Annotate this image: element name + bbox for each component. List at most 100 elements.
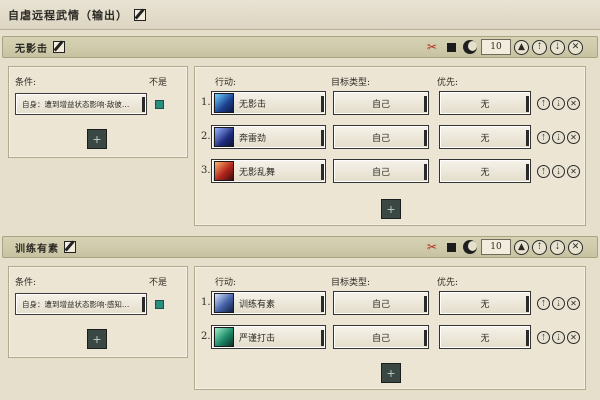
section-tools: ✂ 10 ▲ ⇡ ⇣ ✕	[424, 39, 583, 55]
arrow-up-icon[interactable]: ⇡	[537, 131, 550, 144]
skill-icon	[214, 93, 234, 113]
row-number: 2.	[201, 331, 211, 342]
add-icon: +	[386, 202, 396, 216]
not-checkbox[interactable]	[155, 300, 164, 309]
target-field[interactable]: 自己	[333, 325, 429, 349]
priority-label: 优先:	[437, 278, 459, 288]
action-label: 行动:	[215, 78, 237, 88]
condition-label: 条件:	[15, 78, 37, 88]
section-header-1[interactable]: 无影击 ✂ 10 ▲ ⇡ ⇣ ✕	[2, 36, 598, 58]
target-label: 目标类型:	[331, 278, 371, 288]
skill-name: 奔雷劲	[239, 133, 267, 144]
condition-panel: 条件: 不是 自身：遭到增益状态影响·感知… +	[8, 266, 188, 358]
skill-icon	[214, 127, 234, 147]
arrow-down-icon[interactable]: ⇣	[552, 131, 565, 144]
target-field[interactable]: 自己	[333, 91, 429, 115]
add-condition-button[interactable]: +	[87, 129, 107, 149]
arrow-up-icon[interactable]: ⇡	[532, 239, 547, 255]
skill-slot[interactable]: 训练有素	[211, 291, 326, 315]
edit-icon[interactable]	[64, 241, 76, 253]
close-icon[interactable]: ✕	[567, 297, 580, 310]
action-label: 行动:	[215, 278, 237, 288]
row-tools: ⇡ ⇣ ✕	[537, 97, 580, 110]
stop-icon[interactable]	[443, 39, 459, 55]
row-tools: ⇡ ⇣ ✕	[537, 165, 580, 178]
number-field[interactable]: 10	[481, 39, 511, 55]
arrow-up-icon[interactable]: ⇡	[537, 97, 550, 110]
skill-slot[interactable]: 无影击	[211, 91, 326, 115]
not-checkbox[interactable]	[155, 100, 164, 109]
arrow-down-icon[interactable]: ⇣	[550, 239, 565, 255]
priority-field[interactable]: 无	[439, 159, 531, 183]
row-number: 1.	[201, 97, 211, 108]
close-icon[interactable]: ✕	[567, 97, 580, 110]
add-condition-button[interactable]: +	[87, 329, 107, 349]
close-icon[interactable]: ✕	[568, 39, 583, 55]
row-tools: ⇡ ⇣ ✕	[537, 331, 580, 344]
section-tools: ✂ 10 ▲ ⇡ ⇣ ✕	[424, 239, 583, 255]
section-header-2[interactable]: 训练有素 ✂ 10 ▲ ⇡ ⇣ ✕	[2, 236, 598, 258]
stop-icon[interactable]	[443, 239, 459, 255]
close-icon[interactable]: ✕	[568, 239, 583, 255]
not-label: 不是	[149, 278, 168, 288]
target-field[interactable]: 自己	[333, 125, 429, 149]
row-number: 3.	[201, 165, 211, 176]
close-icon[interactable]: ✕	[567, 131, 580, 144]
priority-field[interactable]: 无	[439, 91, 531, 115]
condition-label: 条件:	[15, 278, 37, 288]
section-name: 训练有素	[15, 243, 59, 255]
priority-field[interactable]: 无	[439, 125, 531, 149]
skill-icon	[214, 327, 234, 347]
target-field[interactable]: 自己	[333, 291, 429, 315]
row-number: 1.	[201, 297, 211, 308]
action-panel: 行动: 目标类型: 优先: 1. 无影击 自己 无 ⇡ ⇣ ✕ 2. 奔雷劲 自…	[194, 66, 586, 226]
priority-label: 优先:	[437, 78, 459, 88]
arrow-up-icon[interactable]: ⇡	[532, 39, 547, 55]
target-field[interactable]: 自己	[333, 159, 429, 183]
priority-field[interactable]: 无	[439, 325, 531, 349]
arrow-up-icon[interactable]: ⇡	[537, 297, 550, 310]
moon-icon[interactable]	[462, 39, 478, 55]
skill-slot[interactable]: 严谨打击	[211, 325, 326, 349]
section-name: 无影击	[15, 43, 48, 55]
skill-icon	[214, 161, 234, 181]
moon-icon[interactable]	[462, 239, 478, 255]
target-label: 目标类型:	[331, 78, 371, 88]
priority-field[interactable]: 无	[439, 291, 531, 315]
skill-slot[interactable]: 奔雷劲	[211, 125, 326, 149]
add-icon: +	[92, 132, 102, 146]
arrow-up-icon[interactable]: ⇡	[537, 165, 550, 178]
skill-name: 无影击	[239, 99, 267, 110]
close-icon[interactable]: ✕	[567, 331, 580, 344]
arrow-down-icon[interactable]: ⇣	[552, 331, 565, 344]
condition-panel: 条件: 不是 自身：遭到增益状态影响·敌彼… +	[8, 66, 188, 158]
edit-icon[interactable]	[53, 41, 65, 53]
skill-icon	[214, 293, 234, 313]
add-icon: +	[386, 366, 396, 380]
row-number: 2.	[201, 131, 211, 142]
condition-field[interactable]: 自身：遭到增益状态影响·敌彼…	[15, 93, 147, 115]
row-tools: ⇡ ⇣ ✕	[537, 297, 580, 310]
arrow-down-icon[interactable]: ⇣	[552, 97, 565, 110]
skill-slot[interactable]: 无影乱舞	[211, 159, 326, 183]
add-action-button[interactable]: +	[381, 363, 401, 383]
window-title: 自虐远程武情（输出）	[8, 8, 128, 22]
number-field[interactable]: 10	[481, 239, 511, 255]
window-title-bar: 自虐远程武情（输出）	[0, 0, 600, 30]
arrow-down-icon[interactable]: ⇣	[550, 39, 565, 55]
arrow-up-icon[interactable]: ⇡	[537, 331, 550, 344]
arrow-up-icon[interactable]: ▲	[514, 239, 529, 255]
not-label: 不是	[149, 78, 168, 88]
scissors-icon[interactable]: ✂	[424, 39, 440, 55]
condition-field[interactable]: 自身：遭到增益状态影响·感知…	[15, 293, 147, 315]
close-icon[interactable]: ✕	[567, 165, 580, 178]
add-action-button[interactable]: +	[381, 199, 401, 219]
row-tools: ⇡ ⇣ ✕	[537, 131, 580, 144]
edit-icon[interactable]	[134, 8, 146, 21]
arrow-up-icon[interactable]: ▲	[514, 39, 529, 55]
arrow-down-icon[interactable]: ⇣	[552, 297, 565, 310]
arrow-down-icon[interactable]: ⇣	[552, 165, 565, 178]
add-icon: +	[92, 332, 102, 346]
scissors-icon[interactable]: ✂	[424, 239, 440, 255]
skill-name: 无影乱舞	[239, 167, 276, 178]
